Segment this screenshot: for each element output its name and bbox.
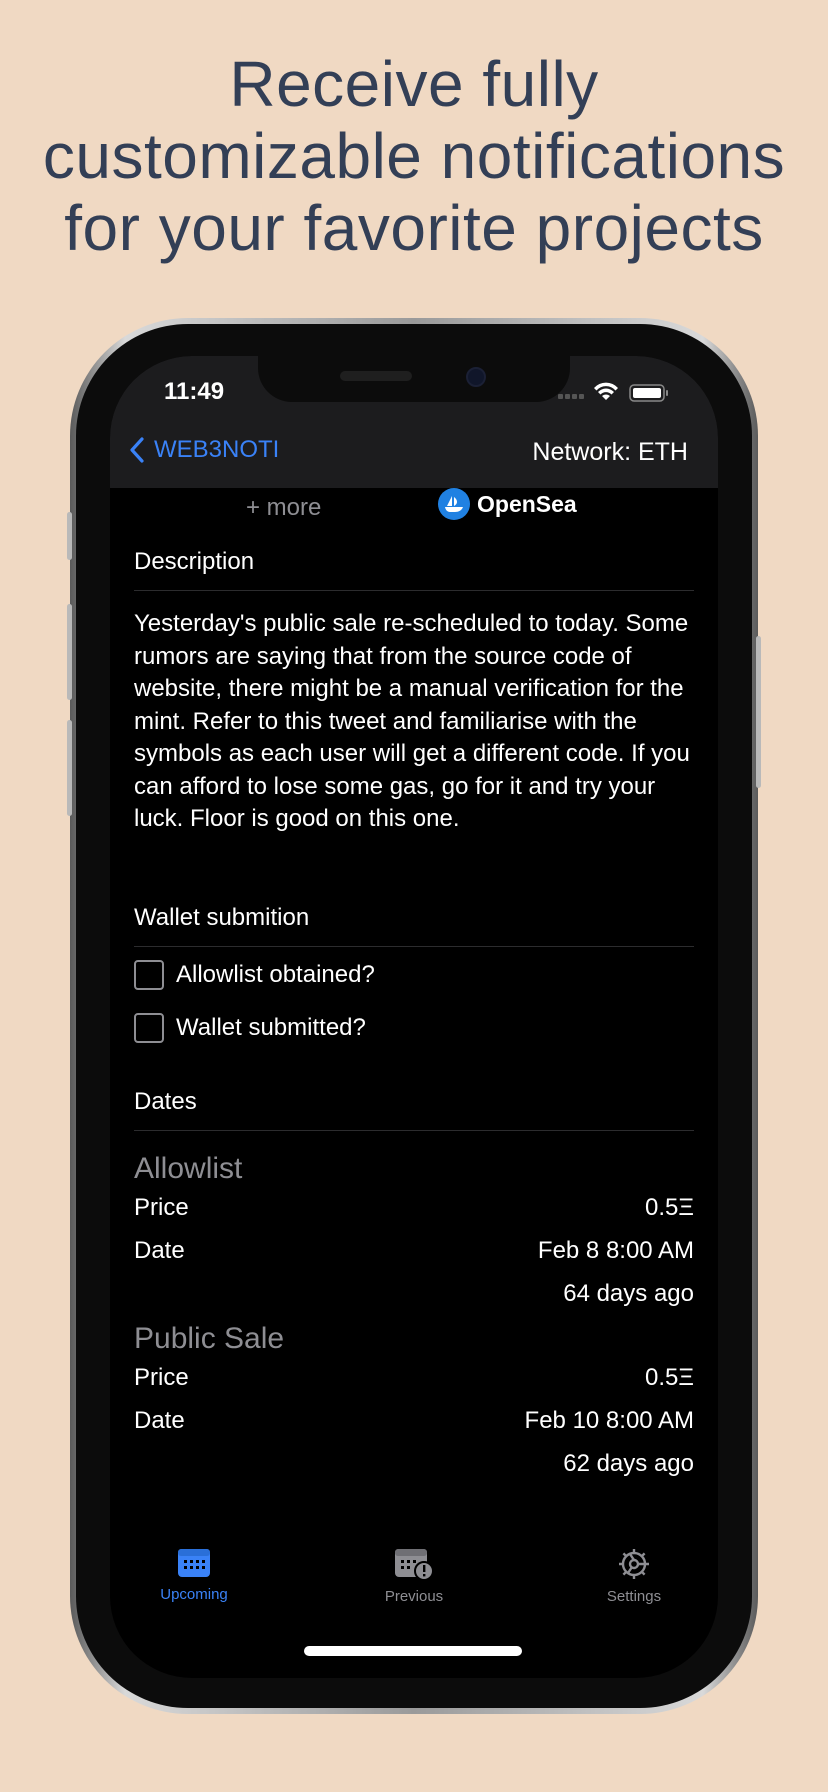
wallet-submitted-checkbox[interactable] — [134, 1013, 164, 1043]
allowlist-price-row: Price 0.5Ξ — [134, 1194, 694, 1222]
allowlist-date-value: Feb 8 8:00 AM — [537, 1237, 694, 1264]
home-indicator[interactable] — [304, 1646, 522, 1656]
navigation-area: 11:49 WEB3NOTI Network: ETH — [110, 356, 718, 488]
volume-down-button — [67, 720, 72, 816]
back-button[interactable]: WEB3NOTI — [128, 436, 279, 464]
tab-settings[interactable]: Settings — [564, 1546, 704, 1605]
tab-upcoming[interactable]: Upcoming — [124, 1546, 264, 1603]
tab-previous[interactable]: Previous — [344, 1546, 484, 1605]
allowlist-price-value: 0.5Ξ — [645, 1194, 694, 1221]
chevron-left-icon — [130, 437, 144, 463]
gear-icon — [619, 1549, 649, 1579]
tab-previous-label: Previous — [384, 1588, 444, 1605]
allowlist-date-row: Date Feb 8 8:00 AM — [134, 1237, 694, 1265]
description-text: Yesterday's public sale re-scheduled to … — [134, 610, 690, 832]
allowlist-relative-date: 64 days ago — [563, 1280, 694, 1307]
description-divider — [134, 590, 694, 591]
opensea-label: OpenSea — [477, 490, 577, 517]
allowlist-checkbox[interactable] — [134, 960, 164, 990]
calendar-alert-icon — [395, 1549, 434, 1581]
headline-line-2: customizable notifications — [42, 120, 786, 192]
calendar-icon — [178, 1549, 210, 1577]
opensea-link[interactable]: OpenSea — [438, 488, 577, 520]
public-sale-date-row: Date Feb 10 8:00 AM — [134, 1407, 694, 1435]
front-camera — [466, 367, 486, 387]
speaker — [340, 371, 412, 381]
headline: Receive fully customizable notifications… — [0, 48, 828, 264]
dates-heading: Dates — [134, 1088, 197, 1115]
more-link[interactable]: + more — [246, 494, 321, 522]
power-button — [756, 636, 761, 788]
public-sale-price-row: Price 0.5Ξ — [134, 1364, 694, 1392]
description-heading: Description — [134, 548, 255, 575]
status-icons — [558, 382, 688, 404]
allowlist-date-label: Date — [134, 1237, 185, 1264]
wallet-divider — [134, 946, 694, 947]
public-sale-relative-date: 62 days ago — [563, 1450, 694, 1477]
public-sale-date-label: Date — [134, 1407, 185, 1434]
allowlist-checkbox-row[interactable]: Allowlist obtained? — [134, 960, 375, 990]
wifi-icon — [594, 382, 618, 400]
public-sale-price-value: 0.5Ξ — [645, 1364, 694, 1391]
allowlist-phase-title: Allowlist — [134, 1152, 243, 1185]
network-label[interactable]: Network: ETH — [532, 438, 688, 467]
cellular-signal-icon — [558, 394, 584, 399]
wallet-submitted-label: Wallet submitted? — [176, 1014, 366, 1041]
mute-switch — [67, 512, 72, 560]
notch — [258, 356, 570, 402]
phone-screen: 11:49 WEB3NOTI Network: ETH + more OpenS… — [110, 356, 718, 1678]
tab-bar: Upcoming Previous Settings — [110, 1546, 718, 1646]
public-sale-date-value: Feb 10 8:00 AM — [524, 1407, 694, 1434]
allowlist-price-label: Price — [134, 1194, 189, 1221]
tab-upcoming-label: Upcoming — [160, 1586, 228, 1603]
headline-line-3: for your favorite projects — [64, 192, 764, 264]
back-button-label: WEB3NOTI — [154, 436, 280, 463]
public-sale-price-label: Price — [134, 1364, 189, 1391]
wallet-checkbox-row[interactable]: Wallet submitted? — [134, 1013, 366, 1043]
wallet-heading: Wallet submition — [134, 904, 310, 931]
public-sale-phase-title: Public Sale — [134, 1322, 285, 1355]
volume-up-button — [67, 604, 72, 700]
opensea-logo-icon — [438, 488, 470, 520]
dates-divider — [134, 1130, 694, 1131]
status-time: 11:49 — [164, 378, 225, 405]
headline-line-1: Receive fully — [229, 48, 599, 120]
tab-settings-label: Settings — [606, 1588, 662, 1605]
allowlist-checkbox-label: Allowlist obtained? — [176, 961, 375, 988]
battery-icon — [629, 384, 668, 402]
